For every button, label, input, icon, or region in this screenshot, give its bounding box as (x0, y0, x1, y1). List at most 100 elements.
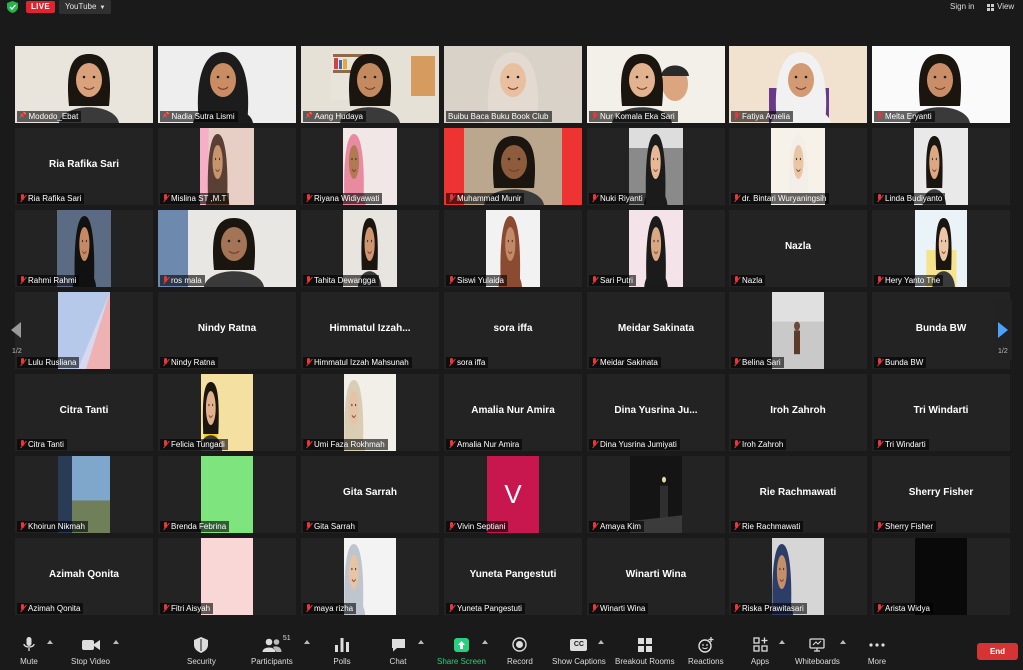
participant-tile[interactable]: Yuneta Pangestuti Yuneta Pangestuti (444, 538, 582, 615)
security-button[interactable]: Security (187, 636, 216, 666)
participant-tile[interactable]: V Vivin Septiani (444, 456, 582, 533)
previous-page-button[interactable]: 1/2 (7, 302, 27, 358)
closed-captions-icon: CC (568, 636, 590, 653)
participant-tile[interactable]: Hery Yanto The (872, 210, 1010, 287)
apps-button[interactable]: Apps (749, 636, 771, 666)
chat-options-caret[interactable] (418, 640, 424, 644)
participant-tile[interactable]: Dina Yusrina Ju... Dina Yusrina Jumiyati (587, 374, 725, 451)
participant-tile[interactable]: Sherry Fisher Sherry Fisher (872, 456, 1010, 533)
participant-tile[interactable]: Tahita Dewangga (301, 210, 439, 287)
participant-name: Tri Windarti (885, 440, 926, 449)
participant-tile[interactable]: Belina Sari (729, 292, 867, 369)
participant-tile[interactable]: Riska Prawitasari (729, 538, 867, 615)
participant-tile[interactable]: Fatiya Amelia (729, 46, 867, 123)
participant-display-name: sora iffa (493, 323, 533, 334)
participant-tile[interactable]: maya rizha (301, 538, 439, 615)
participant-tile[interactable]: Citra Tanti Citra Tanti (15, 374, 153, 451)
muted-microphone-icon (305, 276, 312, 285)
polls-label: Polls (333, 657, 351, 666)
participant-tile[interactable]: Buibu Baca Buku Book Club (444, 46, 582, 123)
participant-tile[interactable]: Linda Budiyanto (872, 128, 1010, 205)
participant-tile[interactable]: Himmatul Izzah... Himmatul Izzah Mahsunah (301, 292, 439, 369)
participant-tile[interactable]: Bunda BW Bunda BW (872, 292, 1010, 369)
breakout-rooms-button[interactable]: Breakout Rooms (615, 636, 675, 666)
participant-tile[interactable]: Rie Rachmawati Rie Rachmawati (729, 456, 867, 533)
participants-button[interactable]: 51 Participants (251, 635, 293, 666)
participant-tile[interactable]: Felicia Tungadi (158, 374, 296, 451)
participant-tile[interactable]: Muhammad Munir (444, 128, 582, 205)
participant-name-label: 📌 Aang Hudaya (303, 111, 366, 122)
participant-tile[interactable]: Melta Eryanti (872, 46, 1010, 123)
participant-tile[interactable]: Meidar Sakinata Meidar Sakinata (587, 292, 725, 369)
muted-microphone-icon (591, 604, 598, 613)
participant-name-label: Nuki Riyanti (589, 193, 646, 204)
muted-microphone-icon (591, 276, 598, 285)
participant-name: Ria Rafika Sari (28, 194, 82, 203)
participant-tile[interactable]: 📌 Nadia Sutra Lismi (158, 46, 296, 123)
participant-name: Fatiya Amelia (742, 112, 791, 121)
participant-tile[interactable]: Fitri Aisyah (158, 538, 296, 615)
share-options-caret[interactable] (482, 640, 488, 644)
video-options-caret[interactable] (113, 640, 119, 644)
muted-microphone-icon (19, 194, 26, 203)
participant-name-label: Melta Eryanti (874, 111, 935, 122)
muted-microphone-icon (591, 358, 598, 367)
muted-microphone-icon (448, 358, 455, 367)
chat-button[interactable]: Chat (387, 636, 409, 666)
whiteboards-options-caret[interactable] (840, 640, 846, 644)
mute-button[interactable]: Mute (18, 636, 40, 666)
participant-tile[interactable]: Ria Rafika Sari Ria Rafika Sari (15, 128, 153, 205)
participant-tile[interactable]: Amaya Kim (587, 456, 725, 533)
show-captions-label: Show Captions (552, 657, 606, 666)
audio-options-caret[interactable] (47, 640, 53, 644)
reactions-button[interactable]: Reactions (688, 636, 724, 666)
participant-tile[interactable]: Khoirun Nikmah (15, 456, 153, 533)
captions-options-caret[interactable] (598, 640, 604, 644)
participant-name: Siswi Yulaida (457, 276, 504, 285)
participant-tile[interactable]: dr. Bintari Wuryaningsih (729, 128, 867, 205)
participant-tile[interactable]: Nur Komala Eka Sari (587, 46, 725, 123)
participant-tile[interactable]: sora iffa sora iffa (444, 292, 582, 369)
participant-tile[interactable]: Sari Putri (587, 210, 725, 287)
participant-tile[interactable]: Amalia Nur Amira Amalia Nur Amira (444, 374, 582, 451)
participant-tile[interactable]: Tri Windarti Tri Windarti (872, 374, 1010, 451)
participants-icon: 51 (252, 635, 292, 653)
participant-tile[interactable]: Mislina ST ,M.T (158, 128, 296, 205)
whiteboards-button[interactable]: Whiteboards (795, 636, 840, 666)
participant-tile[interactable]: Rahmi Rahmi (15, 210, 153, 287)
record-button[interactable]: Record (507, 636, 533, 666)
participant-tile[interactable]: Nindy Ratna Nindy Ratna (158, 292, 296, 369)
participant-tile[interactable]: Nuki Riyanti (587, 128, 725, 205)
participant-tile[interactable]: Arista Widya (872, 538, 1010, 615)
participant-name-label: dr. Bintari Wuryaningsih (731, 193, 830, 204)
participant-tile[interactable]: Umi Faza Rokhmah (301, 374, 439, 451)
participant-display-name: Rie Rachmawati (759, 487, 837, 498)
stop-video-button[interactable]: Stop Video (71, 636, 110, 666)
participant-tile[interactable]: Azimah Qonita Azimah Qonita (15, 538, 153, 615)
participant-tile[interactable]: Nazla Nazla (729, 210, 867, 287)
participant-tile[interactable]: 📌 Aang Hudaya (301, 46, 439, 123)
muted-microphone-icon (876, 522, 883, 531)
participant-tile[interactable]: Gita Sarrah Gita Sarrah (301, 456, 439, 533)
participant-name-label: Khoirun Nikmah (17, 521, 88, 532)
view-button[interactable]: View (987, 0, 1014, 14)
participant-tile[interactable]: Iroh Zahroh Iroh Zahroh (729, 374, 867, 451)
stream-target-dropdown[interactable]: YouTube ▼ (59, 0, 112, 14)
end-meeting-button[interactable]: End (977, 643, 1018, 660)
participant-tile[interactable]: ros mala (158, 210, 296, 287)
participant-tile[interactable]: Riyana Widiyawati (301, 128, 439, 205)
participant-tile[interactable]: Siswi Yulaida (444, 210, 582, 287)
more-button[interactable]: More (866, 636, 888, 666)
share-screen-button[interactable]: Share Screen (437, 636, 486, 666)
muted-microphone-icon (591, 112, 598, 121)
participant-tile[interactable]: Lulu Rusliana (15, 292, 153, 369)
participant-tile[interactable]: 📌 Mododo_Ebat (15, 46, 153, 123)
next-page-button[interactable]: 1/2 (994, 300, 1012, 360)
participant-tile[interactable]: Winarti Wina Winarti Wina (587, 538, 725, 615)
polls-button[interactable]: Polls (331, 636, 353, 666)
participants-options-caret[interactable] (304, 640, 310, 644)
encryption-shield-icon[interactable] (7, 1, 18, 13)
participant-tile[interactable]: Brenda Febrina (158, 456, 296, 533)
sign-in-link[interactable]: Sign in (950, 0, 974, 14)
apps-options-caret[interactable] (779, 640, 785, 644)
